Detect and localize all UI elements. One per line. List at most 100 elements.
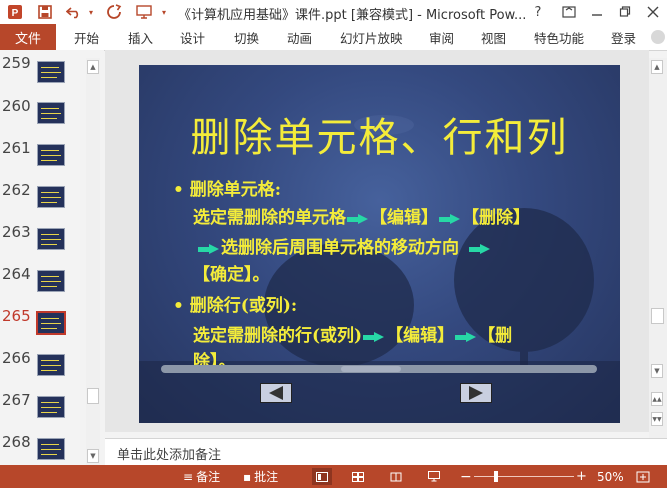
bullet1-line2-text: 选删除后周围单元格的移动方向: [221, 238, 459, 258]
tab-special-features[interactable]: 特色功能: [534, 24, 584, 50]
tab-view[interactable]: 视图: [481, 24, 506, 50]
arrow-right-icon: [363, 331, 385, 342]
slide-number-268: 268: [2, 433, 31, 451]
thumbnail-scroll-thumb[interactable]: [87, 388, 99, 404]
tab-slideshow[interactable]: 幻灯片放映: [340, 24, 403, 50]
slide-thumbnail-265[interactable]: [36, 311, 66, 335]
comments-label: 批注: [254, 470, 279, 484]
help-button[interactable]: ?: [527, 3, 549, 21]
zoom-out-icon[interactable]: −: [460, 465, 472, 488]
slide-number-260: 260: [2, 97, 31, 115]
slide-number-262: 262: [2, 181, 31, 199]
minimize-icon[interactable]: [586, 3, 608, 21]
bullet1-line3: 【确定】。: [193, 265, 270, 285]
bullet1-line2: 选删除后周围单元格的移动方向: [197, 233, 492, 258]
account-icon[interactable]: [651, 30, 665, 44]
slide-thumbnail-264[interactable]: [37, 270, 65, 292]
slideshow-from-start-icon[interactable]: [134, 3, 154, 21]
zoom-in-icon[interactable]: +: [576, 465, 587, 488]
previous-slide-button[interactable]: [260, 383, 292, 403]
undo-dropdown-icon[interactable]: ▾: [86, 3, 96, 21]
tab-design[interactable]: 设计: [180, 24, 205, 50]
arrow-right-icon: [347, 213, 369, 224]
slide-number-264: 264: [2, 265, 31, 283]
scroll-up-icon[interactable]: ▲: [651, 60, 663, 74]
ribbon-display-options-icon[interactable]: [558, 3, 580, 21]
scroll-up-icon[interactable]: ▲: [87, 60, 99, 74]
bullet2-delete-menu: 【删: [478, 326, 513, 346]
tab-transitions[interactable]: 切换: [234, 24, 259, 50]
thumbnail-scrollbar[interactable]: ▲ ▼: [86, 58, 100, 465]
slide-thumbnail-267[interactable]: [37, 396, 65, 418]
triangle-right-icon: [469, 386, 483, 400]
tab-review[interactable]: 审阅: [429, 24, 454, 50]
next-slide-button[interactable]: [460, 383, 492, 403]
restore-icon[interactable]: [614, 3, 636, 21]
zoom-level[interactable]: 50%: [597, 465, 624, 488]
slide-number-263: 263: [2, 223, 31, 241]
zoom-slider-track[interactable]: [474, 476, 574, 477]
tab-file[interactable]: 文件: [0, 24, 56, 50]
tab-home[interactable]: 开始: [74, 24, 99, 50]
bullet1-line1: 选定需删除的单元格 【编辑】 【删除】: [193, 203, 530, 228]
bullet2-edit-menu: 【编辑】: [386, 326, 455, 346]
slide-thumbnail-261[interactable]: [37, 144, 65, 166]
tab-insert[interactable]: 插入: [128, 24, 153, 50]
slide-title: 删除单元格、行和列: [190, 115, 569, 161]
slide-thumbnail-262[interactable]: [37, 186, 65, 208]
customize-icon[interactable]: ▾: [158, 3, 170, 21]
reading-view-icon[interactable]: [390, 465, 402, 488]
redo-icon[interactable]: [104, 3, 124, 21]
arrow-right-icon: [439, 213, 461, 224]
slide-number-266: 266: [2, 349, 31, 367]
scroll-down-icon[interactable]: ▼: [87, 449, 99, 463]
bullet1-line1-text: 选定需删除的单元格: [193, 208, 346, 228]
arrow-right-icon: [469, 243, 491, 254]
slide-number-261: 261: [2, 139, 31, 157]
notes-toggle[interactable]: ≡ 备注: [183, 465, 220, 488]
slide-number-267: 267: [2, 391, 31, 409]
bullet-delete-cells: • 删除单元格:: [173, 180, 282, 200]
next-slide-icon[interactable]: ▼▼: [651, 412, 663, 426]
slide-sorter-view-icon[interactable]: [352, 465, 364, 488]
slide-number-265: 265: [2, 307, 31, 325]
slide-thumbnail-266[interactable]: [37, 354, 65, 376]
undo-icon[interactable]: [64, 3, 84, 21]
notes-label: 备注: [196, 470, 221, 484]
close-icon[interactable]: [642, 3, 664, 21]
slide-number-259: 259: [2, 54, 31, 72]
triangle-left-icon: [269, 386, 283, 400]
svg-text:P: P: [12, 8, 19, 19]
arrow-right-icon: [455, 331, 477, 342]
fit-slide-icon[interactable]: [636, 465, 650, 488]
slide-thumbnail-260[interactable]: [37, 102, 65, 124]
notes-icon: ≡: [183, 469, 194, 484]
bullet2-line1: 选定需删除的行(或列) 【编辑】 【删: [193, 321, 512, 346]
comments-toggle[interactable]: ▪ 批注: [243, 465, 278, 488]
current-slide[interactable]: 删除单元格、行和列 • 删除单元格: 选定需删除的单元格 【编辑】 【删除】 选删除…: [139, 65, 620, 423]
slide-thumbnail-268[interactable]: [37, 438, 65, 460]
comment-icon: ▪: [243, 469, 252, 484]
tab-animations[interactable]: 动画: [287, 24, 312, 50]
slide-thumbnail-259[interactable]: [37, 61, 65, 83]
notes-placeholder[interactable]: 单击此处添加备注: [117, 444, 221, 463]
slide-embedded-scrollbar: [161, 365, 597, 373]
window-title: 《计算机应用基础》课件.ppt [兼容模式] - Microsoft Pow..…: [178, 8, 527, 23]
bullet1-edit-menu: 【编辑】: [370, 208, 438, 228]
zoom-slider-thumb[interactable]: [494, 471, 498, 482]
notes-pane[interactable]: 单击此处添加备注: [105, 438, 667, 466]
slide-scroll-thumb[interactable]: [651, 308, 664, 324]
normal-view-icon[interactable]: [312, 468, 332, 485]
bullet2-line1-text: 选定需删除的行(或列): [193, 326, 363, 346]
slideshow-view-icon[interactable]: [428, 465, 440, 488]
previous-slide-icon[interactable]: ▲▲: [651, 392, 663, 406]
arrow-right-icon: [198, 243, 220, 254]
bullet1-delete-menu: 【删除】: [462, 208, 530, 228]
save-icon[interactable]: [36, 3, 54, 21]
slide-thumbnail-263[interactable]: [37, 228, 65, 250]
powerpoint-icon[interactable]: P: [6, 3, 24, 21]
bullet-delete-rows: • 删除行(或列):: [173, 296, 298, 316]
slide-vertical-scrollbar[interactable]: ▲ ▼ ▲▲ ▼▼: [649, 58, 667, 438]
scroll-down-icon[interactable]: ▼: [651, 364, 663, 378]
signin-link[interactable]: 登录: [611, 24, 636, 50]
